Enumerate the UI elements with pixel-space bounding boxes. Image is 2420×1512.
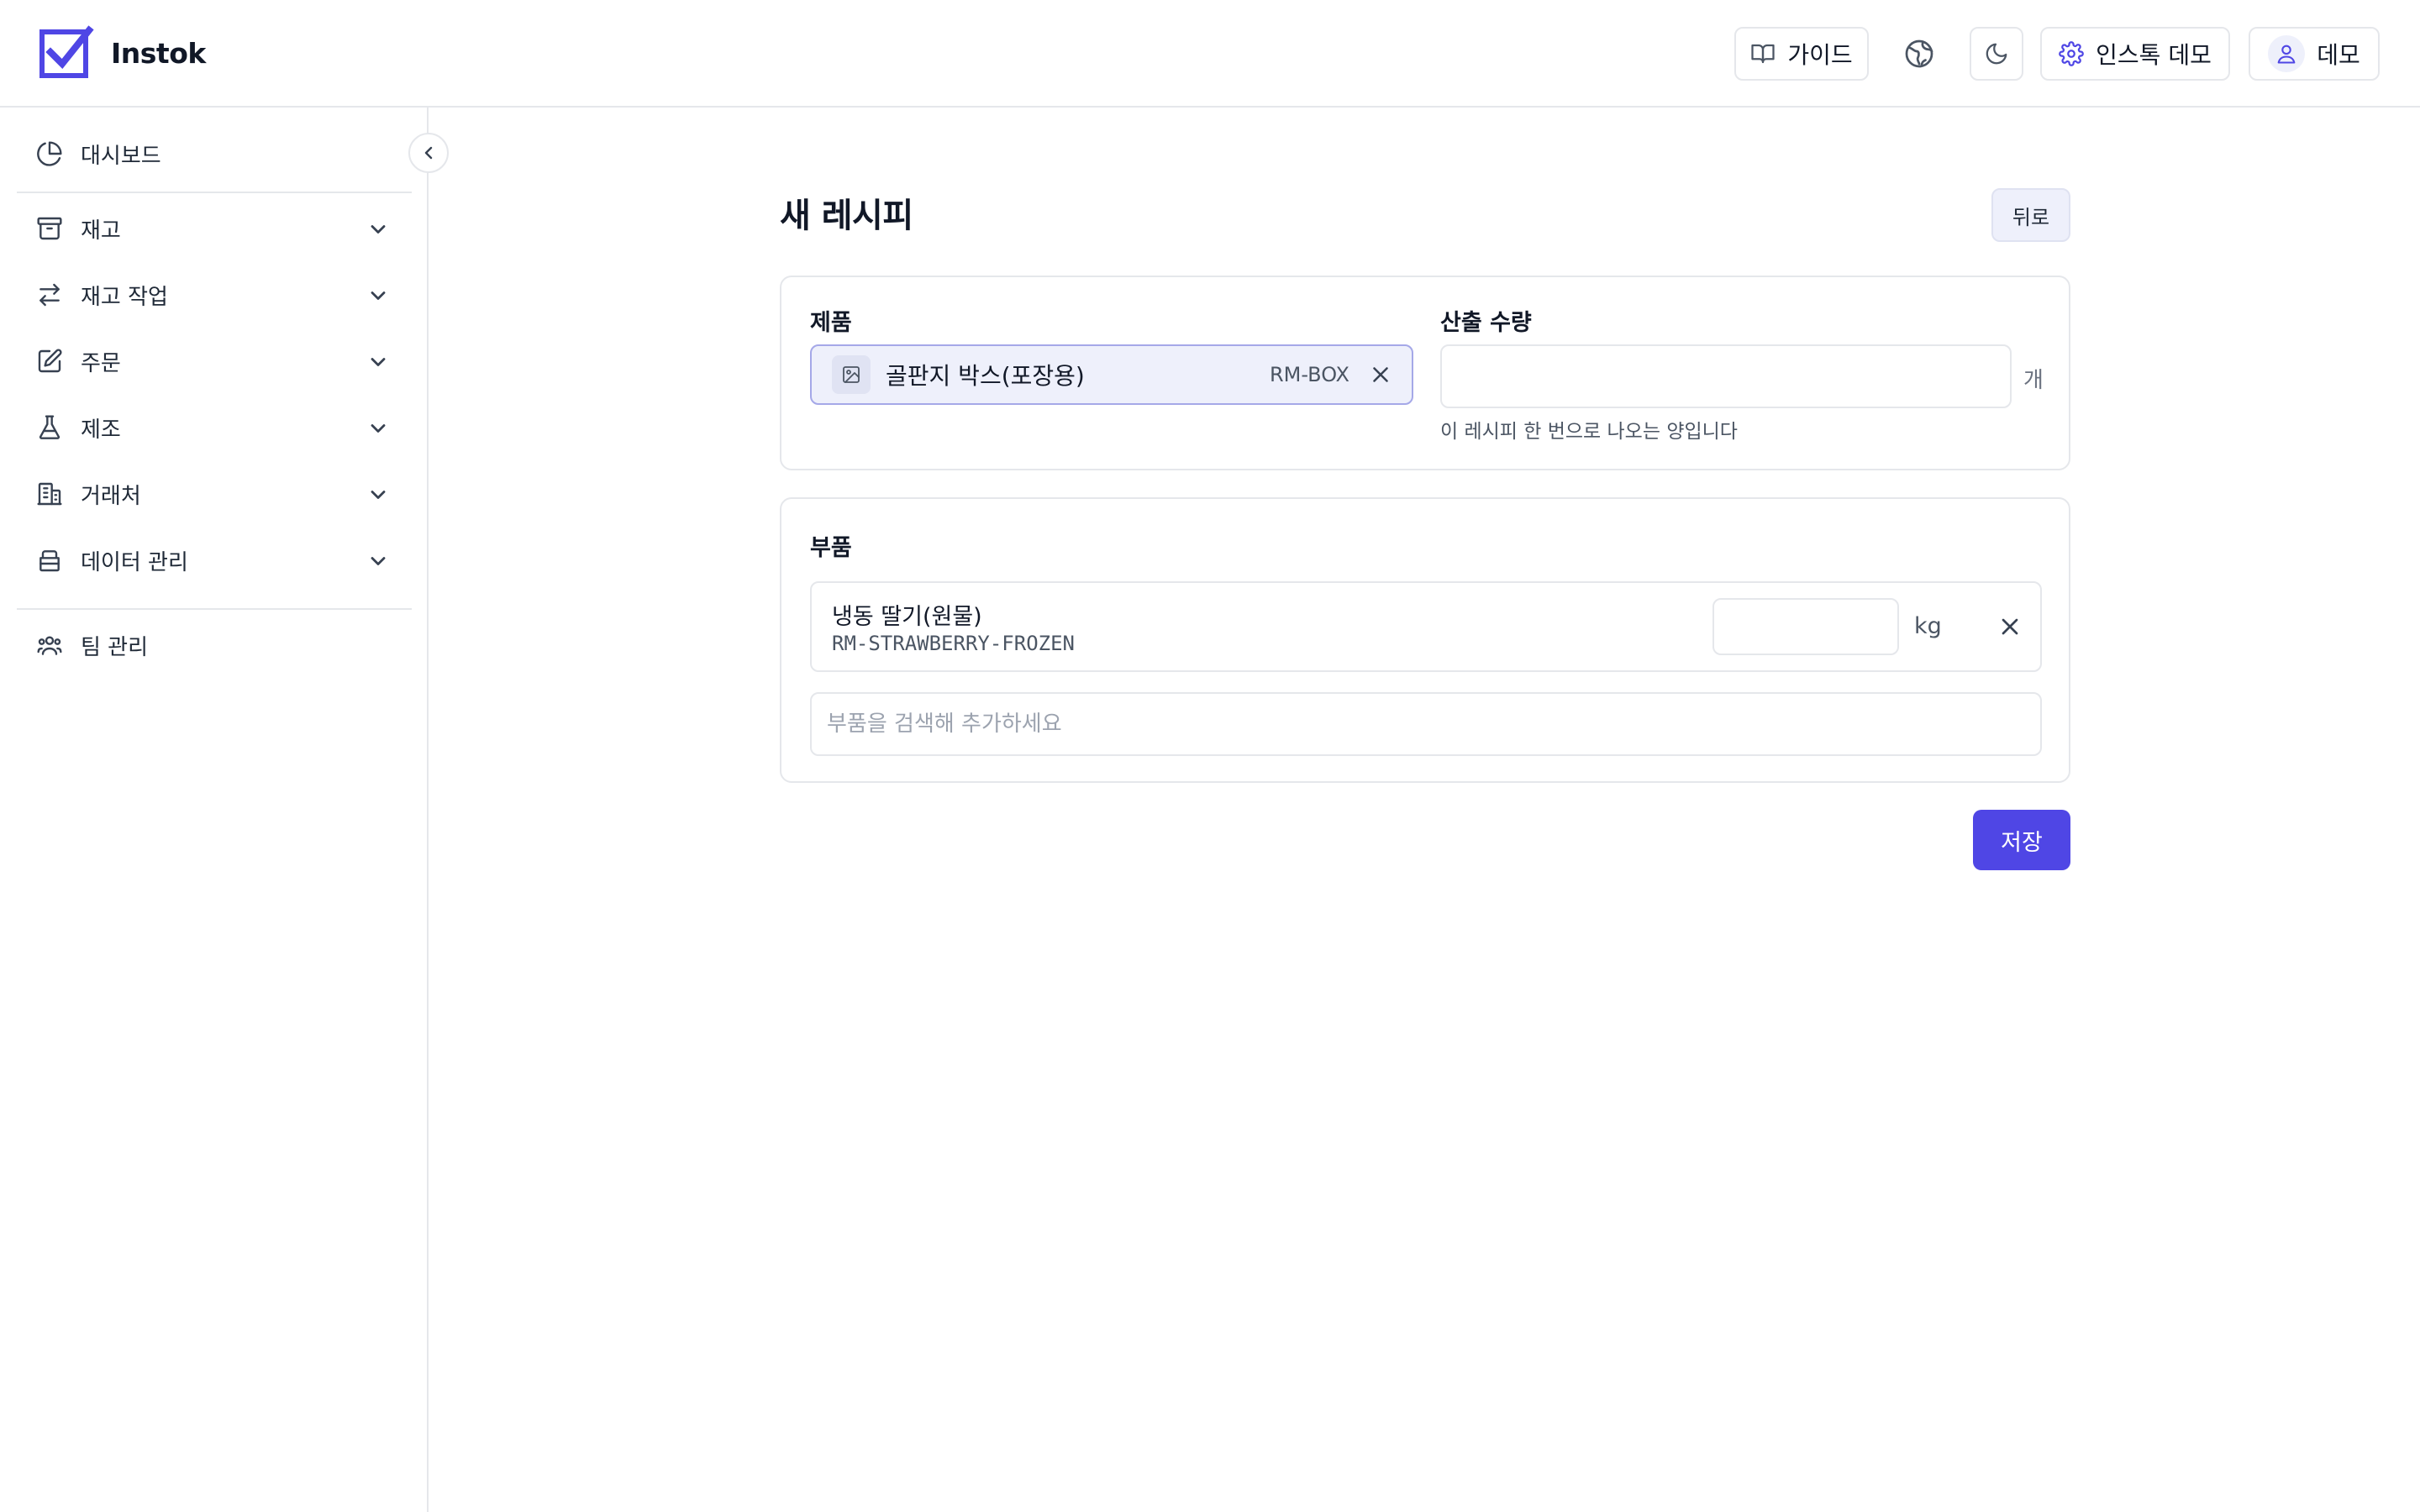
workspace-settings-button[interactable]: 인스톡 데모 — [2040, 27, 2230, 81]
sidebar-item-partners[interactable]: 거래처 — [17, 465, 412, 523]
sidebar-item-label: 재고 작업 — [81, 284, 168, 310]
sidebar-item-label: 팀 관리 — [81, 634, 149, 660]
selected-product-name: 골판지 박스(포장용) — [886, 362, 1085, 390]
sidebar-item-inventory[interactable]: 재고 — [17, 199, 412, 258]
output-qty-label: 산출 수량 — [1440, 310, 1532, 336]
output-qty-unit: 개 — [2023, 368, 2044, 393]
back-button[interactable]: 뒤로 — [1991, 188, 2070, 242]
component-search-input[interactable] — [810, 692, 2042, 756]
chevron-down-icon — [371, 225, 386, 234]
page-title: 새 레시피 — [780, 197, 913, 235]
component-qty-input[interactable] — [1712, 598, 1899, 655]
chevron-down-icon — [371, 424, 386, 433]
theme-toggle-button[interactable] — [1970, 27, 2023, 81]
chevron-left-icon — [424, 146, 433, 160]
user-menu-button[interactable]: 데모 — [2249, 27, 2380, 81]
selected-product-chip[interactable]: 골판지 박스(포장용) RM-BOX — [810, 344, 1413, 405]
save-button[interactable]: 저장 — [1973, 810, 2070, 870]
output-qty-help: 이 레시피 한 번으로 나오는 양입니다 — [1440, 421, 1738, 443]
sidebar-item-label: 데이터 관리 — [81, 549, 188, 575]
avatar — [2268, 35, 2306, 72]
pie-chart-icon — [37, 141, 62, 166]
product-label: 제품 — [810, 310, 852, 336]
workspace-label: 인스톡 데모 — [2096, 41, 2212, 69]
sidebar-collapse-button[interactable] — [408, 133, 449, 173]
users-icon — [37, 636, 62, 655]
remove-component-icon[interactable] — [1996, 613, 2023, 640]
user-label: 데모 — [2317, 41, 2360, 69]
gear-icon — [2059, 41, 2084, 66]
database-icon — [39, 550, 60, 572]
close-icon[interactable] — [1368, 362, 1393, 387]
sidebar-item-data-management[interactable]: 데이터 관리 — [17, 531, 412, 590]
components-label: 부품 — [810, 535, 852, 561]
globe-icon — [1905, 39, 1933, 68]
nav-divider — [17, 192, 412, 193]
sidebar-item-orders[interactable]: 주문 — [17, 332, 412, 391]
brand[interactable]: Instok — [39, 25, 206, 81]
building-icon — [37, 482, 62, 506]
image-icon — [843, 366, 860, 383]
sidebar-item-dashboard[interactable]: 대시보드 — [17, 124, 412, 183]
user-icon — [2277, 45, 2296, 64]
product-thumbnail — [832, 355, 871, 394]
component-sku: RM-STRAWBERRY-FROZEN — [832, 632, 1075, 655]
sidebar: 대시보드 재고 재고 작업 주문 제조 거래처 데이터 관리 팀 관리 — [0, 108, 429, 1512]
sidebar-item-label: 제조 — [81, 417, 121, 443]
chevron-down-icon — [371, 491, 386, 499]
sidebar-item-label: 주문 — [81, 350, 121, 376]
components-card: 부품 냉동 딸기(원물) RM-STRAWBERRY-FROZEN kg — [780, 497, 2070, 783]
sidebar-item-label: 재고 — [81, 218, 121, 244]
moon-icon — [1986, 43, 2007, 65]
sidebar-item-label: 대시보드 — [81, 143, 161, 169]
sidebar-item-stock-operations[interactable]: 재고 작업 — [17, 265, 412, 324]
component-row: 냉동 딸기(원물) RM-STRAWBERRY-FROZEN kg — [810, 581, 2042, 672]
sidebar-item-team[interactable]: 팀 관리 — [17, 616, 412, 675]
component-name: 냉동 딸기(원물) — [832, 604, 982, 630]
sidebar-item-label: 거래처 — [81, 483, 141, 509]
selected-product-sku: RM-BOX — [1269, 363, 1349, 386]
output-qty-input[interactable] — [1440, 344, 2012, 408]
guide-label: 가이드 — [1787, 41, 1853, 69]
top-header: Instok 가이드 인스톡 데모 데모 — [0, 0, 2420, 108]
flask-icon — [39, 415, 60, 439]
language-button[interactable] — [1892, 27, 1946, 81]
logo-check-icon — [39, 25, 94, 78]
archive-icon — [37, 217, 62, 240]
arrows-icon — [39, 283, 60, 307]
chevron-down-icon — [371, 557, 386, 565]
sidebar-item-manufacturing[interactable]: 제조 — [17, 398, 412, 457]
chevron-down-icon — [371, 358, 386, 366]
component-unit: kg — [1914, 613, 1942, 639]
chevron-down-icon — [371, 291, 386, 300]
nav-divider — [17, 608, 412, 610]
brand-name: Instok — [111, 36, 206, 70]
edit-icon — [38, 349, 62, 373]
book-icon — [1751, 44, 1775, 64]
recipe-product-card: 제품 골판지 박스(포장용) RM-BOX 산출 수량 개 이 레시피 한 번으… — [780, 276, 2070, 470]
guide-button[interactable]: 가이드 — [1734, 27, 1869, 81]
